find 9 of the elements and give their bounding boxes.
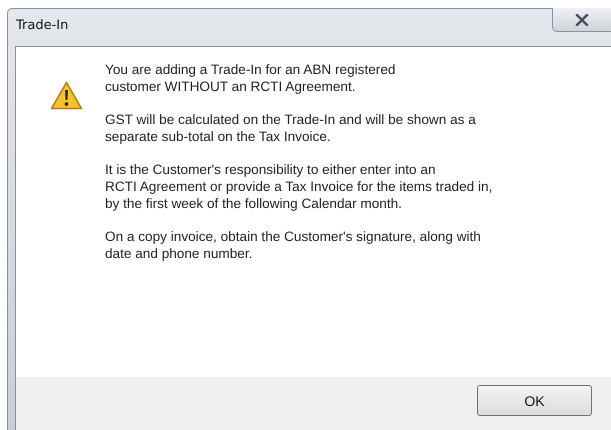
message-paragraph: You are adding a Trade-In for an ABN registered customer WITHOUT an RCTI Agreement. [105,61,396,95]
close-button[interactable] [552,8,611,32]
close-icon [575,14,589,26]
message-paragraph: On a copy invoice, obtain the Customer's signature, along with date and phone number. [105,228,482,262]
message-paragraph: It is the Customer's responsibility to either enter into an RCTI Agreement or provide a Tax Invoice for the items traded in, by the first week of the following Calendar month. [105,161,492,212]
warning-icon [50,81,83,110]
message-paragraph: GST will be calculated on the Trade-In and will be shown as a separate sub-total on the Tax Invoice. [105,111,477,145]
window-title: Trade-In [16,18,68,33]
ok-button[interactable]: OK [477,385,592,416]
